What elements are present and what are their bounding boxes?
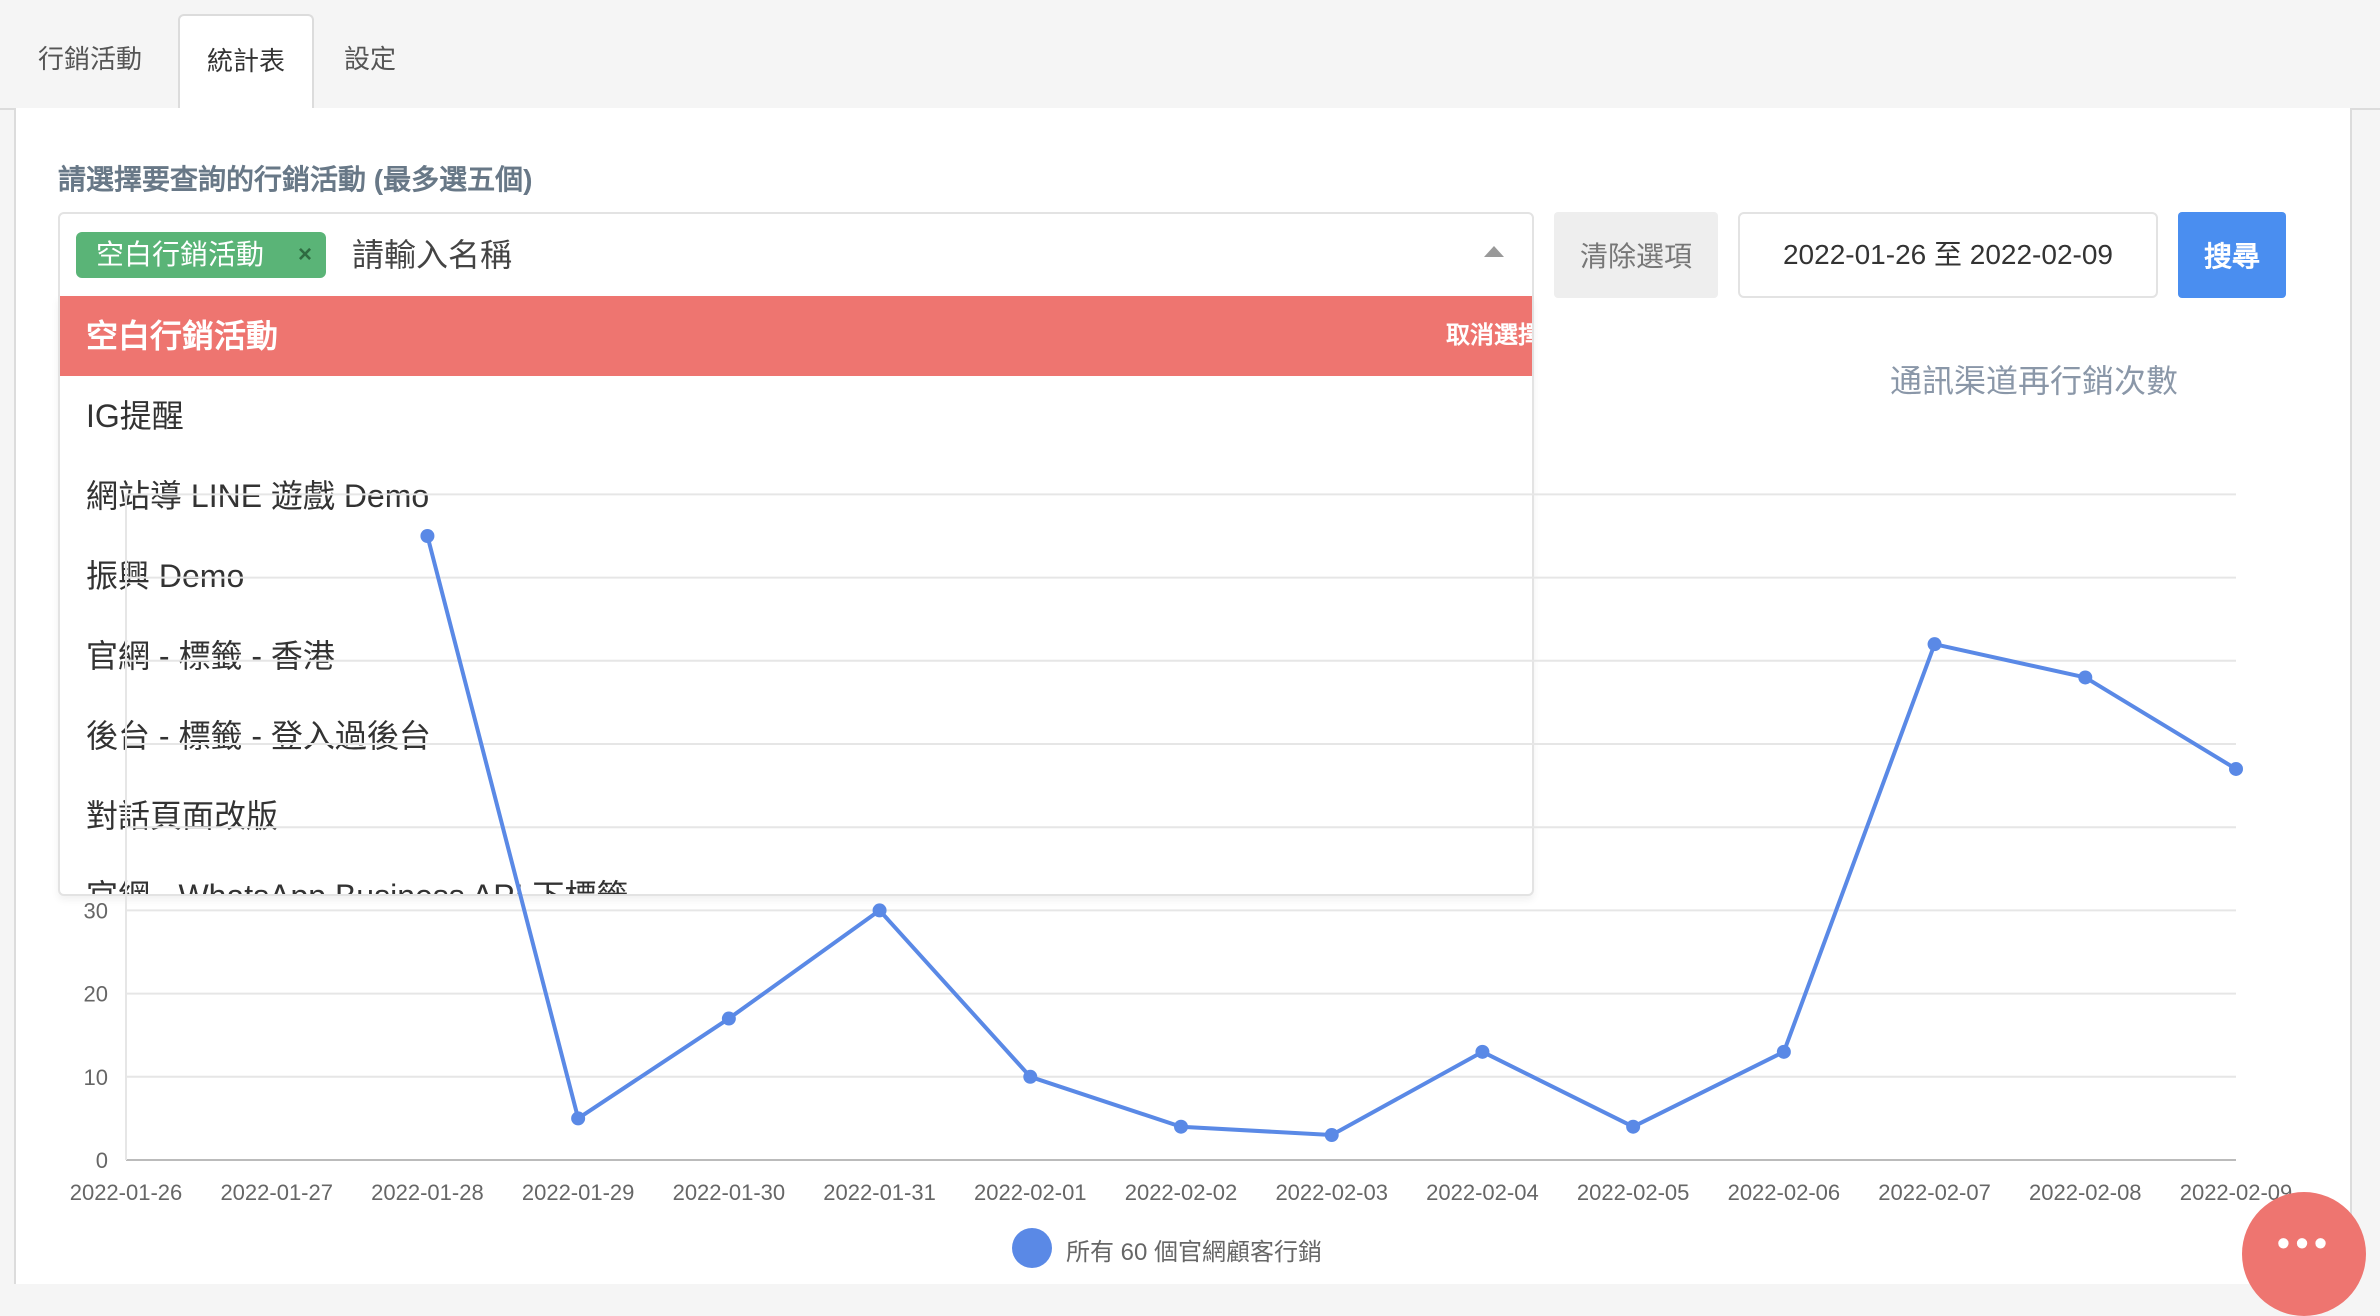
y-tick-label: 30 [84,898,108,923]
data-point [1023,1069,1038,1084]
data-point [2229,761,2243,776]
data-point [1776,1044,1791,1059]
x-tick-label: 2022-02-08 [2029,1180,2142,1205]
series-line [425,535,2238,1138]
x-tick-label: 2022-02-05 [1577,1180,1690,1205]
y-tick-label: 20 [84,982,108,1007]
y-tick-label: 10 [84,1065,108,1090]
data-point [872,903,887,918]
x-tick-label: 2022-01-27 [220,1180,333,1205]
data-point [420,529,435,543]
x-tick-label: 2022-01-30 [673,1180,786,1205]
x-tick-label: 2022-02-04 [1426,1180,1539,1205]
legend-label: 所有 60 個官網顧客行銷 [1066,1239,1323,1266]
chat-button[interactable]: ••• [2242,1192,2366,1316]
data-point [721,1011,736,1026]
data-point [1475,1044,1490,1059]
x-tick-label: 2022-02-07 [1878,1180,1991,1205]
data-point [1174,1119,1188,1134]
data-point [2078,670,2093,685]
data-point [1324,1128,1339,1143]
more-dots-icon: ••• [2277,1222,2333,1263]
x-tick-label: 2022-01-29 [522,1180,635,1205]
x-tick-label: 2022-01-31 [823,1180,936,1205]
x-tick-label: 2022-02-02 [1125,1180,1238,1205]
data-point [571,1111,586,1126]
data-point [1927,637,1942,652]
x-tick-label: 2022-02-03 [1275,1180,1388,1205]
x-tick-label: 2022-02-06 [1728,1180,1841,1205]
data-point [1626,1119,1641,1134]
line-chart: 0 10 20 30 2022-01-26 2022-01-27 2022-01-28 202… [70,493,2292,1205]
legend-marker[interactable] [1012,1228,1052,1268]
x-tick-label: 2022-02-01 [974,1180,1087,1205]
x-tick-label: 2022-01-28 [371,1180,484,1205]
y-tick-label: 0 [96,1148,108,1173]
x-tick-label: 2022-01-26 [70,1180,183,1205]
